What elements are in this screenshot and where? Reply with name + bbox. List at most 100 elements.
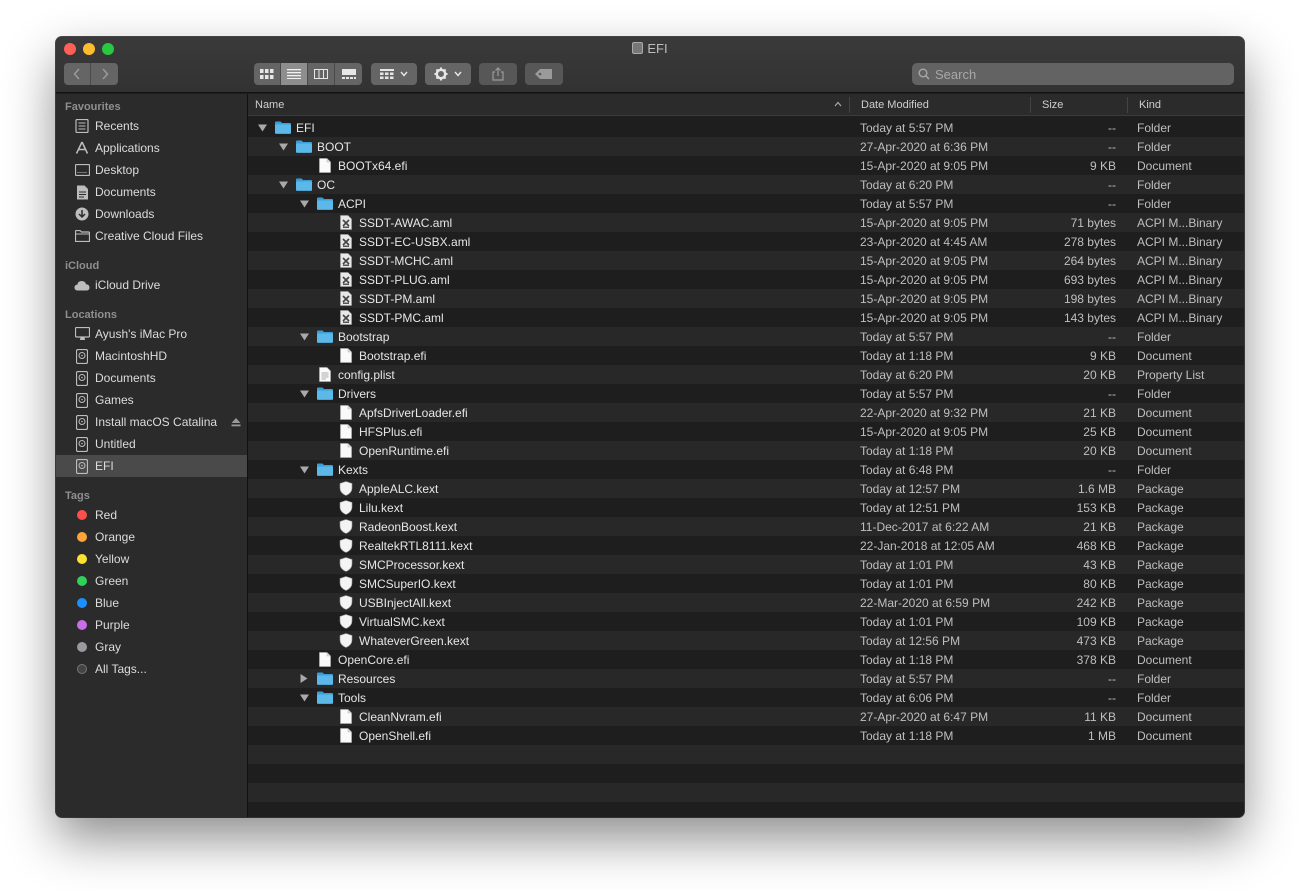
table-row[interactable]: SSDT-PMC.aml 15-Apr-2020 at 9:05 PM 143 by…	[248, 308, 1244, 327]
table-row[interactable]: Tools Today at 6:06 PM -- Folder	[248, 688, 1244, 707]
table-row[interactable]: WhateverGreen.kext Today at 12:56 PM 473 K…	[248, 631, 1244, 650]
share-button[interactable]	[479, 63, 517, 85]
sidebar-tag-red[interactable]: Red	[56, 504, 247, 526]
sidebar-item-install-macos-catalina[interactable]: Install macOS Catalina	[56, 411, 247, 433]
file-size: --	[1108, 330, 1116, 344]
sidebar-item-creative-cloud-files[interactable]: Creative Cloud Files	[56, 225, 247, 247]
table-row[interactable]: OpenRuntime.efi Today at 1:18 PM 20 KB Docu…	[248, 441, 1244, 460]
kind-column-header[interactable]: Kind	[1139, 99, 1161, 111]
disclosure-triangle-open-icon[interactable]	[257, 123, 267, 133]
table-row[interactable]: config.plist Today at 6:20 PM 20 KB Propert…	[248, 365, 1244, 384]
file-name: OC	[317, 177, 335, 192]
file-kind: Document	[1137, 406, 1192, 420]
disclosure-triangle-open-icon[interactable]	[299, 465, 309, 475]
table-row[interactable]: OpenShell.efi Today at 1:18 PM 1 MB Documen…	[248, 726, 1244, 745]
folder-icon	[317, 462, 333, 478]
sidebar-item-ayush-s-imac-pro[interactable]: Ayush's iMac Pro	[56, 323, 247, 345]
sidebar-tag-purple[interactable]: Purple	[56, 614, 247, 636]
file-name-cell: ACPI	[299, 194, 366, 213]
sidebar-tag-all-tags[interactable]: All Tags...	[56, 658, 247, 680]
disclosure-triangle-closed-icon[interactable]	[299, 674, 309, 684]
table-row[interactable]: Drivers Today at 5:57 PM -- Folder	[248, 384, 1244, 403]
file-kind: ACPI M...Binary	[1137, 216, 1223, 230]
table-row[interactable]: BOOTx64.efi 15-Apr-2020 at 9:05 PM 9 KB Doc…	[248, 156, 1244, 175]
tag-color-dot-icon	[74, 661, 90, 677]
group-by-button[interactable]	[371, 63, 417, 85]
date-modified: Today at 5:57 PM	[860, 197, 954, 211]
table-row[interactable]: SSDT-MCHC.aml 15-Apr-2020 at 9:05 PM 264 b…	[248, 251, 1244, 270]
tags-button[interactable]	[525, 63, 563, 85]
search-field[interactable]: Search	[912, 63, 1234, 85]
sidebar-item-games[interactable]: Games	[56, 389, 247, 411]
nav-buttons	[64, 63, 118, 85]
list-view-button[interactable]	[281, 63, 308, 85]
table-row[interactable]: ApfsDriverLoader.efi 22-Apr-2020 at 9:32 …	[248, 403, 1244, 422]
table-row[interactable]: OpenCore.efi Today at 1:18 PM 378 KB Docume…	[248, 650, 1244, 669]
sidebar-tag-orange[interactable]: Orange	[56, 526, 247, 548]
table-row[interactable]: Resources Today at 5:57 PM -- Folder	[248, 669, 1244, 688]
aml-file-icon	[338, 310, 354, 326]
eject-icon[interactable]	[231, 416, 241, 430]
desktop-icon	[74, 162, 90, 178]
document-icon	[317, 652, 333, 668]
gallery-view-button[interactable]	[335, 63, 362, 85]
table-row[interactable]: USBInjectAll.kext 22-Mar-2020 at 6:59 PM 2…	[248, 593, 1244, 612]
sidebar-tag-gray[interactable]: Gray	[56, 636, 247, 658]
column-view-button[interactable]	[308, 63, 335, 85]
sidebar-tag-yellow[interactable]: Yellow	[56, 548, 247, 570]
disclosure-triangle-open-icon[interactable]	[299, 332, 309, 342]
date-modified: 15-Apr-2020 at 9:05 PM	[860, 311, 989, 325]
table-row[interactable]: CleanNvram.efi 27-Apr-2020 at 6:47 PM 11 K…	[248, 707, 1244, 726]
table-row[interactable]: SSDT-PLUG.aml 15-Apr-2020 at 9:05 PM 693 b…	[248, 270, 1244, 289]
sidebar-item-untitled[interactable]: Untitled	[56, 433, 247, 455]
date-modified: Today at 1:18 PM	[860, 729, 954, 743]
table-row[interactable]: SMCProcessor.kext Today at 1:01 PM 43 KB Pa…	[248, 555, 1244, 574]
sidebar-item-documents[interactable]: Documents	[56, 181, 247, 203]
forward-button[interactable]	[91, 63, 118, 85]
table-row[interactable]: SMCSuperIO.kext Today at 1:01 PM 80 KB Pack…	[248, 574, 1244, 593]
tag-icon	[535, 69, 552, 79]
sidebar-item-recents[interactable]: Recents	[56, 115, 247, 137]
disclosure-triangle-open-icon[interactable]	[299, 389, 309, 399]
sidebar-tag-blue[interactable]: Blue	[56, 592, 247, 614]
finder-window: EFI Search Favourites Recents Applicatio…	[56, 37, 1244, 817]
table-row[interactable]: ACPI Today at 5:57 PM -- Folder	[248, 194, 1244, 213]
disclosure-triangle-open-icon[interactable]	[299, 199, 309, 209]
table-row[interactable]: Bootstrap.efi Today at 1:18 PM 9 KB Documen…	[248, 346, 1244, 365]
table-row[interactable]: SSDT-AWAC.aml 15-Apr-2020 at 9:05 PM 71 by…	[248, 213, 1244, 232]
sidebar-item-documents[interactable]: Documents	[56, 367, 247, 389]
date-column-header[interactable]: Date Modified	[861, 99, 929, 111]
sidebar-item-macintoshhd[interactable]: MacintoshHD	[56, 345, 247, 367]
file-name: OpenShell.efi	[359, 728, 432, 743]
table-row[interactable]: EFI Today at 5:57 PM -- Folder	[248, 118, 1244, 137]
table-row[interactable]: BOOT 27-Apr-2020 at 6:36 PM -- Folder	[248, 137, 1244, 156]
table-row[interactable]: HFSPlus.efi 15-Apr-2020 at 9:05 PM 25 KB Do…	[248, 422, 1244, 441]
table-row[interactable]: OC Today at 6:20 PM -- Folder	[248, 175, 1244, 194]
table-row[interactable]: Bootstrap Today at 5:57 PM -- Folder	[248, 327, 1244, 346]
icon-view-button[interactable]	[254, 63, 281, 85]
disclosure-triangle-open-icon[interactable]	[299, 693, 309, 703]
sidebar-item-applications[interactable]: Applications	[56, 137, 247, 159]
disclosure-triangle-open-icon[interactable]	[278, 142, 288, 152]
back-button[interactable]	[64, 63, 91, 85]
sidebar-item-icloud-drive[interactable]: iCloud Drive	[56, 274, 247, 296]
name-column-header[interactable]: Name	[255, 99, 284, 111]
file-kind: Folder	[1137, 691, 1172, 705]
window-title-text: EFI	[647, 41, 668, 56]
table-row[interactable]: SSDT-PM.aml 15-Apr-2020 at 9:05 PM 198 byt…	[248, 289, 1244, 308]
table-row[interactable]: SSDT-EC-USBX.aml 23-Apr-2020 at 4:45 AM 27…	[248, 232, 1244, 251]
table-row[interactable]: Kexts Today at 6:48 PM -- Folder	[248, 460, 1244, 479]
table-row[interactable]: RealtekRTL8111.kext 22-Jan-2018 at 12:05 …	[248, 536, 1244, 555]
table-row[interactable]: VirtualSMC.kext Today at 1:01 PM 109 KB Pac…	[248, 612, 1244, 631]
table-row[interactable]: AppleALC.kext Today at 12:57 PM 1.6 MB Pack…	[248, 479, 1244, 498]
sidebar-tag-green[interactable]: Green	[56, 570, 247, 592]
sidebar-item-downloads[interactable]: Downloads	[56, 203, 247, 225]
table-row[interactable]: RadeonBoost.kext 11-Dec-2017 at 6:22 AM 21…	[248, 517, 1244, 536]
action-button[interactable]	[425, 63, 471, 85]
sidebar-item-desktop[interactable]: Desktop	[56, 159, 247, 181]
table-row[interactable]: Lilu.kext Today at 12:51 PM 153 KB Package	[248, 498, 1244, 517]
disclosure-triangle-open-icon[interactable]	[278, 180, 288, 190]
sidebar-item-efi[interactable]: EFI	[56, 455, 247, 477]
size-column-header[interactable]: Size	[1042, 99, 1063, 111]
